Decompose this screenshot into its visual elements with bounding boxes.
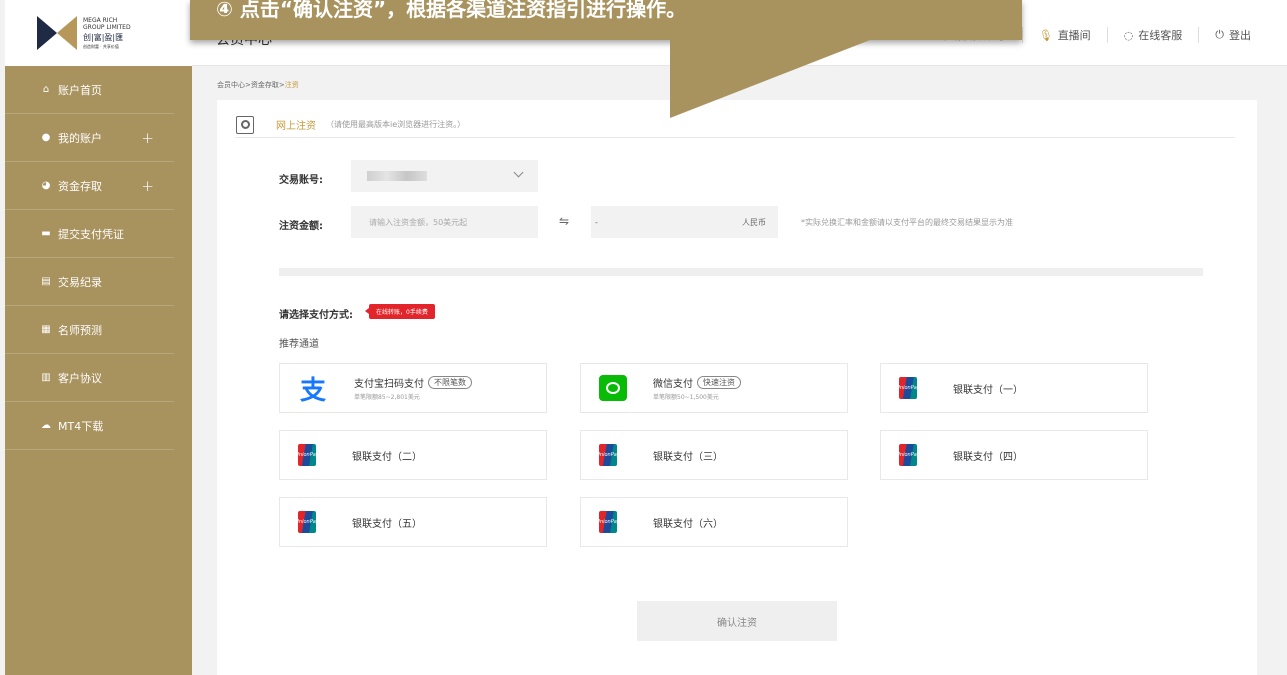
sidebar-item-label: 交易纪录 <box>58 275 102 289</box>
rmb-amount-display: - 人民币 <box>591 206 778 238</box>
logo-cn: 创|富|盈|匯 <box>83 32 124 42</box>
amount-label: 注资金额: <box>279 221 323 232</box>
payment-method-label: 请选择支付方式: <box>279 310 353 321</box>
mic-icon: 🎙 <box>1038 28 1053 42</box>
unionpay-icon: UnionPay <box>896 444 920 466</box>
doc-icon: ▥ <box>41 372 51 383</box>
sidebar-item-label: 提交支付凭证 <box>58 227 124 241</box>
payment-card-unionpay-5[interactable]: UnionPay 银联支付（五） <box>279 497 547 547</box>
unionpay-icon: UnionPay <box>896 377 920 399</box>
deposit-panel: 网上注资 （请使用最高版本ie浏览器进行注资。） 交易账号: 注资金额: ⇋ -… <box>217 100 1257 675</box>
live-room-link[interactable]: 🎙 直播间 <box>1021 27 1107 43</box>
power-icon: ⏻ <box>1215 28 1224 41</box>
wechat-icon <box>599 375 627 401</box>
confirm-deposit-button[interactable]: 确认注资 <box>637 601 837 641</box>
brand-logo[interactable]: MEGA RICH GROUP LIMITED 创|富|盈|匯 创造财富 · 共… <box>5 0 192 66</box>
customer-service-link[interactable]: ◌ 在线客服 <box>1106 27 1199 43</box>
method-limit: 单笔限额85~2,801美元 <box>354 394 420 401</box>
recommended-channels-label: 推荐通道 <box>279 339 319 350</box>
account-label: 交易账号: <box>279 175 323 186</box>
home-icon: ⌂ <box>42 84 50 95</box>
sidebar: MEGA RICH GROUP LIMITED 创|富|盈|匯 创造财富 · 共… <box>5 0 192 675</box>
cloud-icon: ☁ <box>41 420 51 431</box>
unionpay-icon: UnionPay <box>596 511 620 533</box>
unionpay-icon: UnionPay <box>596 444 620 466</box>
breadcrumb-root[interactable]: 会员中心>资金存取> <box>217 81 285 89</box>
breadcrumb: 会员中心>资金存取>注资 <box>217 80 299 90</box>
method-limit: 单笔限额50~1,500美元 <box>653 394 719 401</box>
tutorial-callout: ④ 点击“确认注资”，根据各渠道注资指引进行操作。 <box>190 0 1022 40</box>
alipay-icon: 支 <box>298 373 328 406</box>
swap-icon: ⇋ <box>559 214 570 228</box>
method-name: 银联支付（二） <box>352 451 422 463</box>
sidebar-item-mt4[interactable]: ☁ MT4下载 <box>5 402 174 450</box>
payment-card-wechat[interactable]: 微信支付 快速注资 单笔限额50~1,500美元 <box>580 363 848 413</box>
payment-card-unionpay-3[interactable]: UnionPay 银联支付（三） <box>580 430 848 480</box>
payment-card-unionpay-6[interactable]: UnionPay 银联支付（六） <box>580 497 848 547</box>
folder-icon: ▤ <box>41 276 51 287</box>
deposit-icon <box>236 115 254 134</box>
sidebar-item-label: 账户首页 <box>58 83 102 97</box>
headset-icon: ◌ <box>1123 28 1134 42</box>
logo-line2: GROUP LIMITED <box>83 23 131 31</box>
sidebar-item-label: MT4下载 <box>58 419 104 433</box>
callout-text: ④ 点击“确认注资”，根据各渠道注资指引进行操作。 <box>216 0 687 21</box>
rmb-value: - <box>595 217 598 227</box>
card-icon: ▬ <box>41 228 51 239</box>
logout-link[interactable]: ⏻ 登出 <box>1198 27 1267 43</box>
unionpay-icon: UnionPay <box>295 511 319 533</box>
payment-card-unionpay-1[interactable]: UnionPay 银联支付（一） <box>880 363 1148 413</box>
method-tag: 不限笔数 <box>428 376 472 389</box>
unionpay-icon: UnionPay <box>295 444 319 466</box>
logo-line1: MEGA RICH <box>83 16 118 24</box>
sidebar-item-label: 我的账户 <box>58 131 102 145</box>
payment-card-unionpay-4[interactable]: UnionPay 银联支付（四） <box>880 430 1148 480</box>
callout-pointer <box>670 40 870 118</box>
payment-card-unionpay-2[interactable]: UnionPay 银联支付（二） <box>279 430 547 480</box>
sidebar-item-label: 资金存取 <box>58 179 102 193</box>
rmb-unit: 人民币 <box>742 217 766 227</box>
fee-badge: 在线转账，0手续费 <box>365 304 435 319</box>
masked-account-value <box>367 171 427 181</box>
method-name: 银联支付（三） <box>653 451 723 463</box>
method-name: 支付宝扫码支付 <box>354 379 424 390</box>
method-name: 银联支付（六） <box>653 518 723 530</box>
chevron-down-icon <box>513 167 524 178</box>
sidebar-item-label: 客户协议 <box>58 371 102 385</box>
account-select[interactable] <box>351 160 538 192</box>
user-icon: ● <box>41 132 51 143</box>
link-label: 直播间 <box>1057 29 1091 42</box>
sidebar-item-funds[interactable]: ◕ 资金存取 + <box>5 162 174 210</box>
sidebar-nav: ⌂ 账户首页 ● 我的账户 + ◕ 资金存取 + ▬ 提交支付凭证 ▤ 交易纪录 ▦ 名师预测 … <box>5 66 192 450</box>
expand-plus-icon[interactable]: + <box>141 129 154 147</box>
amount-input[interactable] <box>351 206 538 238</box>
payment-card-alipay[interactable]: 支 支付宝扫码支付 不限笔数 单笔限额85~2,801美元 <box>279 363 547 413</box>
method-name: 银联支付（五） <box>352 518 422 530</box>
method-name: 微信支付 <box>653 379 693 390</box>
link-label: 登出 <box>1229 29 1251 42</box>
sidebar-item-forecast[interactable]: ▦ 名师预测 <box>5 306 174 354</box>
rate-note: *实际兑换汇率和金额请以支付平台的最终交易结果显示为准 <box>801 218 1013 227</box>
breadcrumb-current: 注资 <box>284 81 299 89</box>
sidebar-item-home[interactable]: ⌂ 账户首页 <box>5 66 174 114</box>
expand-plus-icon[interactable]: + <box>141 177 154 195</box>
section-title: 网上注资 <box>276 121 316 132</box>
chart-icon: ▦ <box>41 324 51 335</box>
method-tag: 快速注资 <box>697 376 741 389</box>
sidebar-item-my-account[interactable]: ● 我的账户 + <box>5 114 174 162</box>
link-label: 在线客服 <box>1138 29 1183 42</box>
sidebar-item-payment-proof[interactable]: ▬ 提交支付凭证 <box>5 210 174 258</box>
divider <box>279 268 1203 276</box>
section-note: （请使用最高版本ie浏览器进行注资。） <box>326 120 466 129</box>
logo-mark-icon <box>37 16 77 50</box>
logo-tagline: 创造财富 · 共享价值 <box>83 43 119 49</box>
pie-icon: ◕ <box>41 180 51 191</box>
method-name: 银联支付（一） <box>953 384 1023 396</box>
sidebar-item-agreement[interactable]: ▥ 客户协议 <box>5 354 174 402</box>
sidebar-item-label: 名师预测 <box>58 323 102 337</box>
method-name: 银联支付（四） <box>953 451 1023 463</box>
sidebar-item-trade-records[interactable]: ▤ 交易纪录 <box>5 258 174 306</box>
